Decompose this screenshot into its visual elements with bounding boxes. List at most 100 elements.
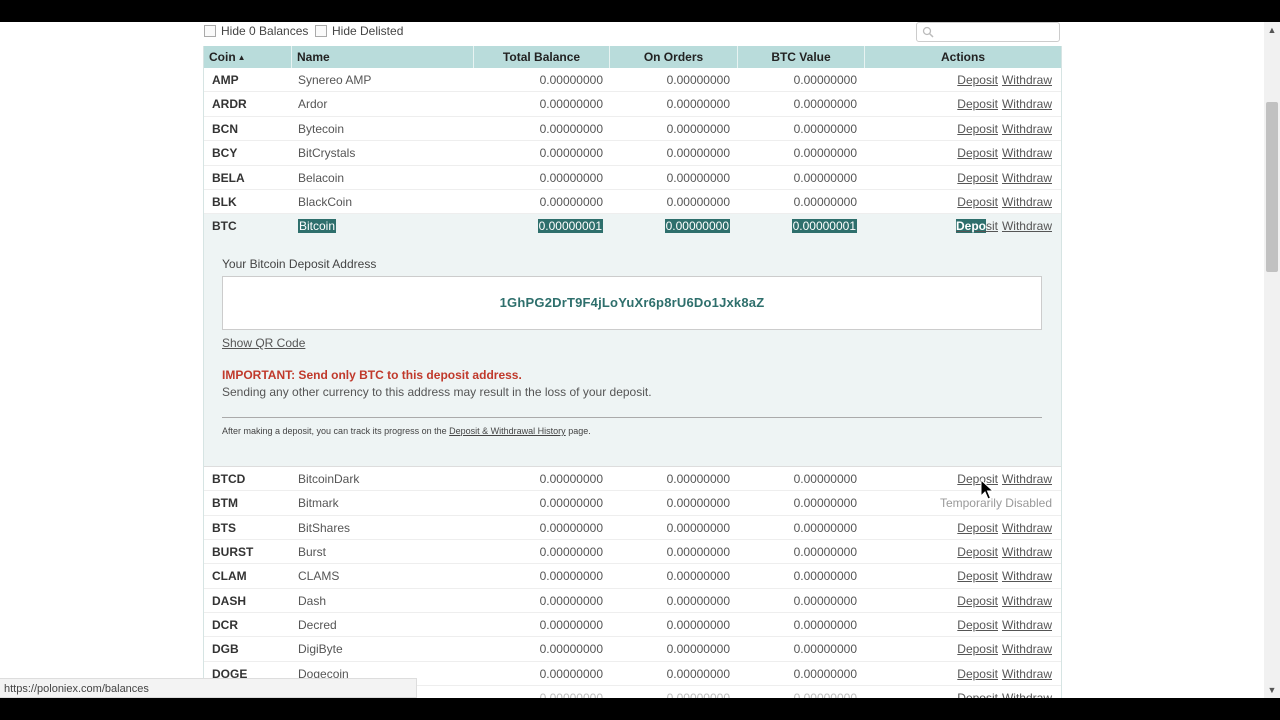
coin-name: Belacoin	[298, 170, 345, 185]
show-qr-code-link[interactable]: Show QR Code	[222, 336, 305, 350]
table-row[interactable]: BTM Bitmark 0.00000000 0.00000000 0.00000000…	[204, 491, 1061, 516]
column-header-coin[interactable]: Coin ▲	[204, 46, 292, 68]
deposit-link[interactable]: Deposit	[957, 642, 998, 656]
table-row[interactable]: ARDR Ardor 0.00000000 0.00000000 0.00000000 D…	[204, 92, 1061, 117]
withdraw-link[interactable]: Withdraw	[1002, 97, 1052, 111]
withdraw-link[interactable]: Withdraw	[1002, 146, 1052, 160]
table-row[interactable]: BURST Burst 0.00000000 0.00000000 0.00000000…	[204, 540, 1061, 565]
btc-value: 0.00000000	[793, 471, 857, 486]
btc-value: 0.00000000	[793, 593, 857, 608]
withdraw-link[interactable]: Withdraw	[1002, 219, 1052, 233]
on-orders: 0.00000000	[666, 544, 730, 559]
table-row[interactable]: BTS BitShares 0.00000000 0.00000000 0.000000…	[204, 516, 1061, 540]
btc-value: 0.00000000	[793, 97, 857, 112]
withdraw-link[interactable]: Withdraw	[1002, 171, 1052, 185]
row-actions: Deposit Withdraw	[957, 117, 1052, 141]
column-header-on-orders[interactable]: On Orders	[610, 46, 738, 68]
coin-name: Burst	[298, 544, 327, 559]
column-header-total-balance[interactable]: Total Balance	[474, 46, 610, 68]
coin-name: Decred	[298, 618, 337, 633]
deposit-link[interactable]: Deposit	[957, 122, 998, 136]
withdraw-link[interactable]: Withdraw	[1002, 472, 1052, 486]
deposit-link[interactable]: Deposit	[957, 146, 998, 160]
table-row[interactable]: BTCD BitcoinDark 0.00000000 0.00000000 0.000…	[204, 467, 1061, 492]
deposit-link[interactable]: Deposit	[957, 594, 998, 608]
table-row[interactable]: CLAM CLAMS 0.00000000 0.00000000 0.00000000 D…	[204, 564, 1061, 589]
deposit-link[interactable]: Deposit	[957, 521, 998, 535]
balances-table: Coin ▲ Name Total Balance On Orders BTC V…	[203, 46, 1062, 698]
deposit-link[interactable]: Deposit	[957, 667, 998, 681]
column-header-on-orders-label: On Orders	[643, 50, 704, 64]
search-input[interactable]	[939, 24, 1057, 40]
coin-symbol: BLK	[212, 194, 237, 209]
deposit-address[interactable]: 1GhPG2DrT9F4jLoYuXr6p8rU6Do1Jxk8aZ	[222, 275, 1042, 330]
row-actions: Deposit Withdraw	[957, 540, 1052, 564]
coin-name: Dash	[298, 593, 327, 608]
btc-value: 0.00000001	[791, 214, 857, 238]
column-header-coin-label: Coin	[209, 50, 236, 64]
withdraw-link[interactable]: Withdraw	[1002, 73, 1052, 87]
row-actions: Deposit Withdraw	[957, 92, 1052, 116]
column-header-btc-value[interactable]: BTC Value	[738, 46, 865, 68]
selected-text: Bitcoin	[298, 219, 337, 234]
checkbox-box[interactable]	[315, 25, 327, 37]
deposit-link[interactable]: Deposit	[957, 195, 998, 209]
deposit-link[interactable]: Deposit	[957, 73, 998, 87]
deposit-link[interactable]: Deposit	[955, 219, 998, 234]
vertical-scrollbar[interactable]: ▲ ▼	[1264, 22, 1280, 698]
column-header-name-label: Name	[297, 50, 330, 64]
row-actions: Deposit Withdraw	[957, 141, 1052, 165]
table-row[interactable]: DCR Decred 0.00000000 0.00000000 0.00000000 D…	[204, 613, 1061, 638]
withdraw-link[interactable]: Withdraw	[1002, 195, 1052, 209]
row-actions: Deposit Withdraw	[955, 214, 1052, 238]
hide-delisted-label: Hide Delisted	[332, 24, 404, 38]
deposit-note: After making a deposit, you can track it…	[222, 426, 591, 436]
deposit-history-link[interactable]: Deposit & Withdrawal History	[449, 426, 566, 436]
table-row[interactable]: BCN Bytecoin 0.00000000 0.00000000 0.0000000…	[204, 117, 1061, 142]
checkbox-box[interactable]	[204, 25, 216, 37]
deposit-link[interactable]: Deposit	[957, 691, 998, 698]
withdraw-link[interactable]: Withdraw	[1002, 122, 1052, 136]
on-orders: 0.00000000	[666, 496, 730, 511]
coin-symbol: BELA	[212, 170, 245, 185]
withdraw-link[interactable]: Withdraw	[1002, 642, 1052, 656]
scrollbar-thumb[interactable]	[1266, 102, 1278, 272]
table-row[interactable]: AMP Synereo AMP 0.00000000 0.00000000 0.0000…	[204, 68, 1061, 93]
deposit-link[interactable]: Deposit	[957, 97, 998, 111]
table-row-btc[interactable]: BTC Bitcoin 0.00000001 0.00000000 0.0000…	[204, 214, 1061, 239]
btc-value: 0.00000000	[793, 170, 857, 185]
deposit-link[interactable]: Deposit	[957, 171, 998, 185]
coin-name: DigiByte	[298, 642, 343, 657]
row-actions: Deposit Withdraw	[957, 166, 1052, 190]
on-orders: 0.00000000	[666, 146, 730, 161]
column-header-actions-label: Actions	[940, 50, 985, 64]
table-row[interactable]: BELA Belacoin 0.00000000 0.00000000 0.000000…	[204, 166, 1061, 190]
deposit-link[interactable]: Deposit	[957, 569, 998, 583]
scroll-down-icon[interactable]: ▼	[1264, 682, 1280, 698]
deposit-link[interactable]: Deposit	[957, 618, 998, 632]
rows-after-group: BTCD BitcoinDark 0.00000000 0.00000000 0.000…	[204, 467, 1061, 698]
coin-name: Bitmark	[298, 496, 339, 511]
hide-zero-balances-checkbox[interactable]: Hide 0 Balances	[204, 24, 308, 38]
scroll-up-icon[interactable]: ▲	[1264, 22, 1280, 38]
withdraw-link[interactable]: Withdraw	[1002, 569, 1052, 583]
withdraw-link[interactable]: Withdraw	[1002, 618, 1052, 632]
withdraw-link[interactable]: Withdraw	[1002, 667, 1052, 681]
selected-text: Depo	[955, 219, 986, 234]
deposit-link[interactable]: Deposit	[957, 545, 998, 559]
withdraw-link[interactable]: Withdraw	[1002, 521, 1052, 535]
search-box[interactable]	[916, 22, 1060, 42]
selected-text: 0.00000000	[664, 219, 730, 234]
table-row[interactable]: DGB DigiByte 0.00000000 0.00000000 0.0000000…	[204, 637, 1061, 662]
coin-symbol: ARDR	[212, 97, 247, 112]
total-balance: 0.00000000	[539, 97, 603, 112]
table-row[interactable]: BLK BlackCoin 0.00000000 0.00000000 0.000000…	[204, 190, 1061, 215]
withdraw-link[interactable]: Withdraw	[1002, 545, 1052, 559]
hide-delisted-checkbox[interactable]: Hide Delisted	[315, 24, 403, 38]
withdraw-link[interactable]: Withdraw	[1002, 691, 1052, 698]
table-row[interactable]: DASH Dash 0.00000000 0.00000000 0.00000000 De…	[204, 589, 1061, 614]
btc-value: 0.00000000	[793, 544, 857, 559]
table-row[interactable]: BCY BitCrystals 0.00000000 0.00000000 0.0000…	[204, 141, 1061, 166]
withdraw-link[interactable]: Withdraw	[1002, 594, 1052, 608]
column-header-name[interactable]: Name	[292, 46, 474, 68]
